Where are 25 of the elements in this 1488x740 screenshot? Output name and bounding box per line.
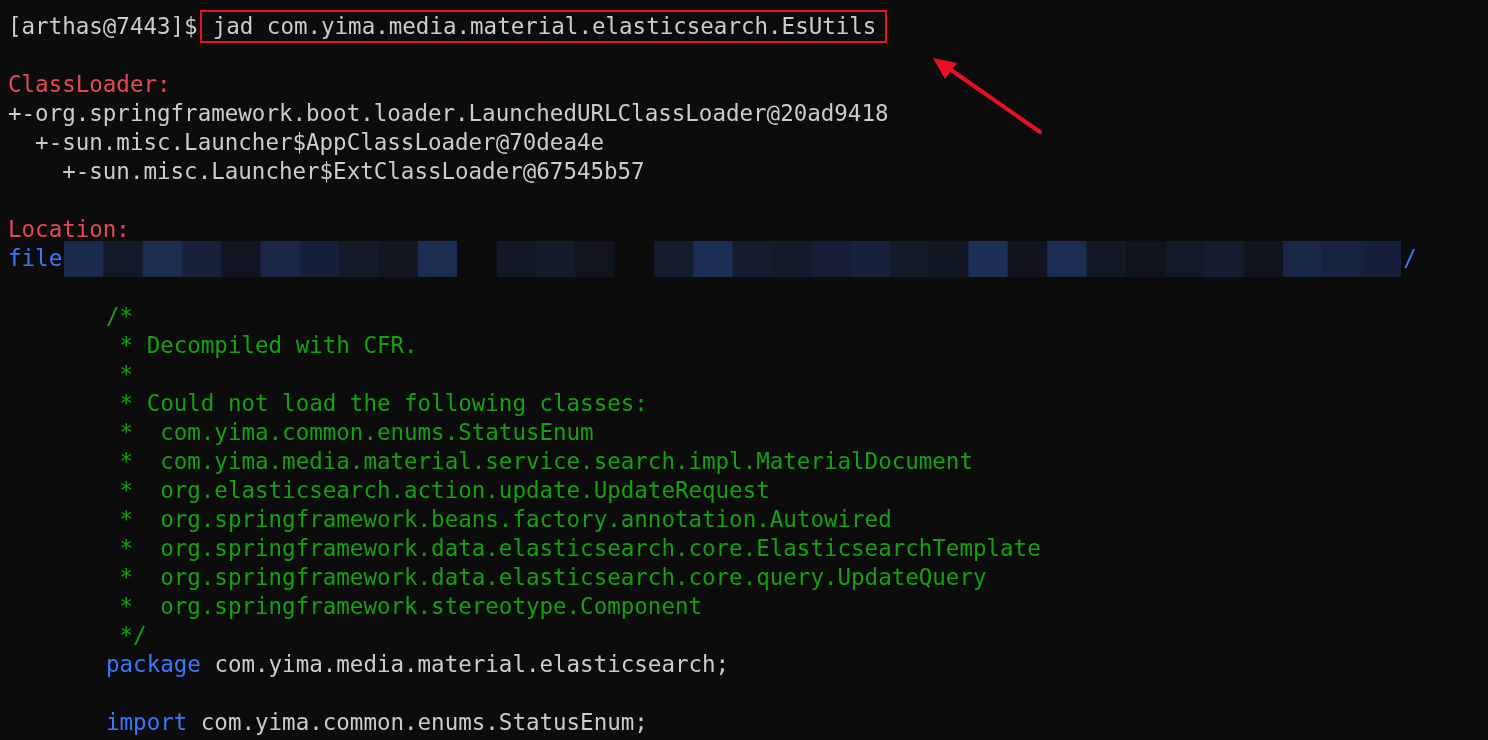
code-text: com.yima.common.enums.StatusEnum;	[200, 708, 648, 737]
prompt-text: [arthas@7443]$	[8, 12, 198, 41]
output-text: +-sun.misc.Launcher$ExtClassLoader@67545b57	[61, 157, 645, 186]
code-comment: * com.yima.media.material.service.search.impl.MaterialDocument	[118, 447, 973, 476]
code-comment: * org.springframework.data.elasticsearch.core.query.UpdateQuery	[118, 563, 987, 592]
code-keyword: package	[106, 650, 201, 679]
path-tail: /	[1403, 244, 1417, 273]
code-comment: * Could not load the following classes:	[118, 389, 648, 418]
path-scheme: file	[8, 244, 63, 273]
output-text: +-org.springframework.boot.loader.LaunchedURLClassLoader@20ad9418	[8, 99, 889, 128]
code-comment: * org.elasticsearch.action.update.UpdateRequest	[118, 476, 770, 505]
code-comment: * Decompiled with CFR.	[118, 331, 418, 360]
section-heading: ClassLoader:	[8, 70, 171, 99]
code-text: com.yima.media.material.elasticsearch;	[214, 650, 730, 679]
code-comment: */	[118, 621, 147, 650]
command-text: jad com.yima.media.material.elasticsearch.EsUtils	[199, 10, 888, 43]
code-keyword: import	[106, 708, 188, 737]
code-comment: * org.springframework.beans.factory.annotation.Autowired	[118, 505, 892, 534]
output-text: +-sun.misc.Launcher$AppClassLoader@70dea4e	[34, 128, 605, 157]
section-heading: Location:	[8, 215, 130, 244]
code-comment: *	[118, 360, 134, 389]
code-comment: * com.yima.common.enums.StatusEnum	[118, 418, 594, 447]
code-comment: /*	[106, 302, 134, 331]
code-comment: * org.springframework.stereotype.Component	[118, 592, 703, 621]
code-comment: * org.springframework.data.elasticsearch.core.ElasticsearchTemplate	[118, 534, 1041, 563]
